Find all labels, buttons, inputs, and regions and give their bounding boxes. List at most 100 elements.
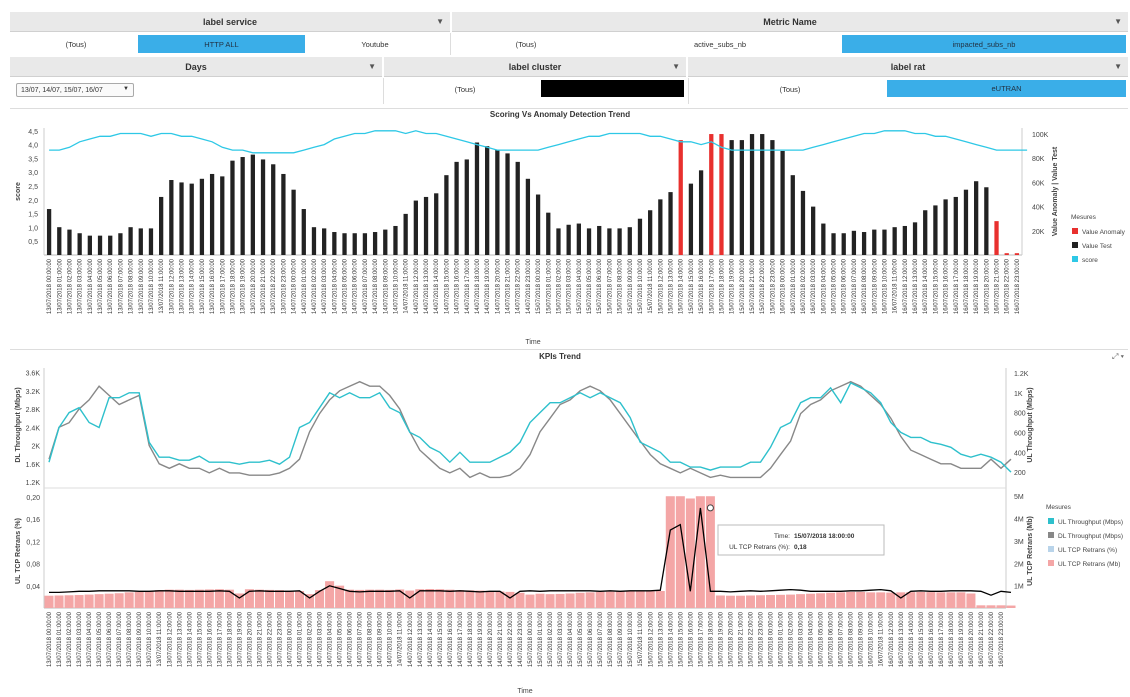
metric-option-active-subs[interactable]: active_subs_nb [640, 35, 800, 53]
retrans-mb-bar [485, 591, 495, 608]
service-option-tous[interactable]: (Tous) [14, 35, 138, 53]
value-test-bar [851, 230, 857, 255]
label-cluster-header[interactable]: label cluster ▼ [384, 57, 686, 77]
retrans-mb-bar [926, 592, 936, 608]
value-test-bar [362, 233, 368, 255]
value-test-bar [199, 178, 205, 255]
x-tick-label: 16/07/2018 14:00:00 [923, 258, 929, 314]
x-tick-label: 14/07/2018 12:00:00 [414, 258, 420, 314]
legend-swatch [1048, 546, 1054, 552]
x-tick-label: 14/07/2018 16:00:00 [448, 611, 454, 667]
retrans-mb-bar [435, 589, 445, 608]
retrans-mb-bar [735, 595, 745, 608]
legend-label: Value Anomaly [1082, 229, 1126, 236]
caret-down-icon[interactable]: ▼ [672, 62, 680, 71]
retrans-mb-bar [866, 592, 876, 608]
x-tick-label: 15/07/2018 03:00:00 [558, 611, 564, 667]
x-tick-label: 14/07/2018 22:00:00 [516, 258, 522, 314]
metric-option-impacted-subs[interactable]: impacted_subs_nb [842, 35, 1126, 53]
y-axis-label: score [15, 182, 22, 201]
value-test-bar [770, 140, 775, 255]
days-dropdown[interactable]: 13/07, 14/07, 15/07, 16/07 ▼ [16, 83, 134, 97]
retrans-mb-bar [515, 592, 525, 608]
x-tick-label: 16/07/2018 16:00:00 [944, 258, 950, 314]
value-test-bar [108, 235, 113, 255]
retrans-mb-bar [174, 589, 184, 608]
rat-option-tous[interactable]: (Tous) [700, 80, 880, 98]
ul-tick-label: 1.2K [1014, 371, 1029, 378]
x-tick-label: 16/07/2018 21:00:00 [979, 611, 985, 667]
x-tick-label: 14/07/2018 14:00:00 [428, 611, 434, 667]
legend-swatch [1048, 560, 1054, 566]
retrans-mb-bar [285, 590, 295, 608]
redacted-cluster-option[interactable] [541, 80, 684, 97]
retrans-mb-bar [585, 592, 595, 608]
x-tick-label: 15/07/2018 18:00:00 [708, 611, 714, 667]
caret-down-icon[interactable]: ▼ [368, 62, 376, 71]
x-axis-label: Time [517, 688, 532, 695]
x-tick-label: 14/07/2018 23:00:00 [526, 258, 532, 314]
x-tick-label: 16/07/2018 01:00:00 [779, 611, 785, 667]
retrans-mb-bar [685, 498, 695, 608]
value-test-bar [923, 210, 928, 255]
x-tick-label: 16/07/2018 02:00:00 [801, 258, 807, 314]
x-tick-label: 16/07/2018 12:00:00 [889, 611, 895, 667]
x-tick-label: 15/07/2018 09:00:00 [628, 258, 634, 314]
value-test-bar [332, 232, 337, 255]
value-test-bar [780, 150, 785, 255]
value-test-bar [464, 159, 469, 255]
x-tick-label: 14/07/2018 06:00:00 [353, 258, 359, 314]
retrans-mb-bar [385, 589, 395, 608]
x-tick-label: 16/07/2018 22:00:00 [989, 611, 995, 667]
retrans-pct-axis-label: UL TCP Retrans (%) [15, 518, 22, 584]
service-option-http-all[interactable]: HTTP ALL [138, 35, 305, 53]
retrans-mb-bar [204, 589, 214, 608]
metric-option-tous[interactable]: (Tous) [456, 35, 596, 53]
x-tick-label: 15/07/2018 00:00:00 [536, 258, 542, 314]
label-rat-header[interactable]: label rat ▼ [688, 57, 1128, 77]
caret-down-icon[interactable]: ▼ [1114, 62, 1122, 71]
x-tick-label: 14/07/2018 08:00:00 [373, 258, 379, 314]
x-tick-label: 16/07/2018 19:00:00 [974, 258, 980, 314]
x-tick-label: 15/07/2018 22:00:00 [760, 258, 766, 314]
cluster-option-tous[interactable]: (Tous) [400, 80, 530, 98]
x-tick-label: 15/07/2018 21:00:00 [750, 258, 756, 314]
expand-icon[interactable]: ⤢ ▾ [1112, 352, 1124, 362]
y-tick-label: 4,0 [28, 143, 38, 150]
value-test-bar [648, 210, 653, 255]
rat-option-eutran[interactable]: eUTRAN [887, 80, 1126, 97]
x-tick-label: 16/07/2018 11:00:00 [879, 611, 885, 666]
caret-down-icon[interactable]: ▼ [436, 17, 444, 26]
value-test-bar [169, 180, 174, 255]
retrans-mb-tick-label: 5M [1014, 494, 1024, 501]
retrans-mb-bar [264, 589, 274, 608]
x-tick-label: 16/07/2018 18:00:00 [949, 611, 955, 667]
x-tick-label: 15/07/2018 10:00:00 [638, 258, 644, 314]
ul-tick-label: 200 [1014, 470, 1026, 477]
label-service-header[interactable]: label service ▼ [10, 12, 450, 32]
x-tick-label: 14/07/2018 04:00:00 [332, 258, 338, 314]
metric-name-header[interactable]: Metric Name ▼ [452, 12, 1128, 32]
x-tick-label: 15/07/2018 10:00:00 [628, 611, 634, 667]
x-tick-label: 14/07/2018 02:00:00 [308, 611, 314, 667]
value-test-bar [790, 175, 795, 255]
value-test-bar [515, 161, 520, 255]
service-option-youtube[interactable]: Youtube [305, 35, 445, 53]
caret-down-icon[interactable]: ▼ [1114, 17, 1122, 26]
retrans-pct-tick-label: 0,12 [26, 539, 40, 546]
days-header[interactable]: Days ▼ [10, 57, 382, 77]
legend-swatch [1072, 228, 1078, 234]
value-test-bar [87, 235, 92, 255]
x-tick-label: 13/07/2018 08:00:00 [129, 258, 135, 314]
value-test-bar [159, 196, 164, 255]
x-tick-label: 13/07/2018 12:00:00 [167, 611, 173, 667]
retrans-mb-bar [605, 591, 615, 608]
value-test-bar [118, 233, 123, 255]
x-tick-label: 14/07/2018 13:00:00 [424, 258, 430, 314]
value-test-bar [729, 140, 734, 255]
x-tick-label: 13/07/2018 04:00:00 [87, 611, 93, 667]
value-test-bar [260, 159, 266, 255]
value-test-bar [138, 228, 143, 255]
x-tick-label: 14/07/2018 21:00:00 [506, 258, 512, 314]
retrans-mb-bar [64, 595, 74, 608]
